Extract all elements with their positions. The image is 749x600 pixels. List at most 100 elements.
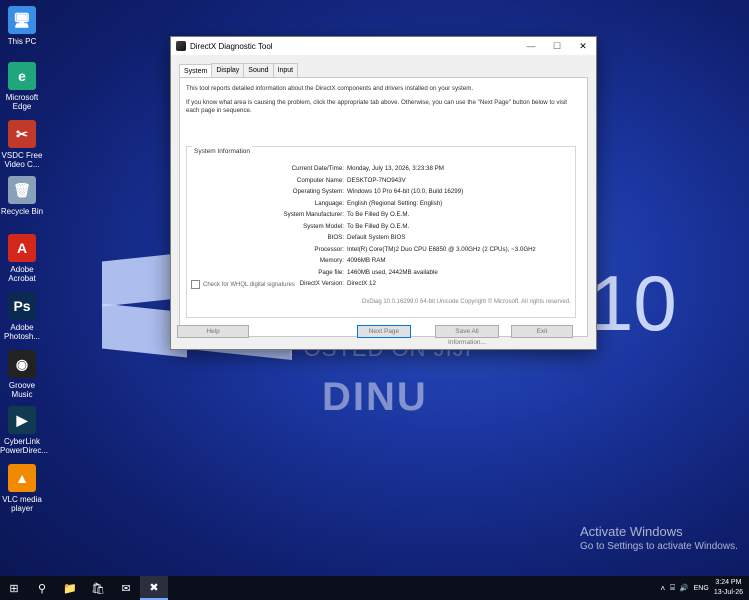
- system-information-group: System Information Current Date/Time: Mon…: [186, 146, 576, 318]
- help-button[interactable]: Help: [177, 325, 249, 338]
- info-value: 4096MB RAM: [347, 257, 386, 265]
- info-value: Windows 10 Pro 64-bit (10.0, Build 16299…: [347, 188, 464, 196]
- tab-bar: System Display Sound Input: [171, 55, 596, 78]
- info-row: Computer Name: DESKTOP-7NO943V: [187, 175, 575, 187]
- info-row: System Manufacturer: To Be Filled By O.E.…: [187, 209, 575, 221]
- save-all-button[interactable]: Save All Information...: [435, 325, 499, 346]
- mail-icon[interactable]: ✉: [112, 576, 140, 600]
- info-key: Current Date/Time:: [291, 165, 344, 173]
- clock-time: 3:24 PM: [715, 579, 742, 586]
- intro-text: This tool reports detailed information a…: [180, 78, 587, 115]
- windows-10-wallpaper-number: 10: [590, 259, 677, 347]
- info-row: Language: English (Regional Setting: Engl…: [187, 198, 575, 210]
- desktop-icon[interactable]: ▲ VLC media player: [0, 464, 44, 513]
- desktop-icon-label: This PC: [7, 37, 37, 46]
- dxdiag-window: DirectX Diagnostic Tool — ☐ ✕ System Dis…: [170, 36, 597, 350]
- info-key: System Model:: [303, 222, 344, 230]
- name-watermark: DINU: [322, 375, 428, 419]
- desktop-icon-label: CyberLink PowerDirec...: [0, 437, 49, 455]
- start-icon[interactable]: ⊞: [0, 576, 28, 600]
- groove-music-icon: ◉: [8, 350, 36, 378]
- powerdirector-icon: ▶: [8, 406, 36, 434]
- tab-system[interactable]: System: [179, 64, 213, 78]
- store-icon[interactable]: 🛍: [84, 576, 112, 600]
- clock[interactable]: 3:24 PM 13-Jul-26: [714, 578, 743, 598]
- computer-icon: 🖥: [8, 6, 36, 34]
- info-row: Processor: Intel(R) Core(TM)2 Duo CPU E68…: [187, 244, 575, 256]
- whql-checkbox-label: Check for WHQL digital signatures: [203, 281, 295, 288]
- info-value: Intel(R) Core(TM)2 Duo CPU E6850 @ 3.00G…: [347, 245, 536, 253]
- desktop-icon[interactable]: 🖥 This PC: [0, 6, 44, 46]
- tab-input[interactable]: Input: [272, 63, 299, 77]
- intro-paragraph-1: This tool reports detailed information a…: [186, 85, 474, 92]
- desktop-icon[interactable]: Ps Adobe Photosh...: [0, 292, 44, 341]
- info-key: Computer Name:: [296, 176, 344, 184]
- tab-sound[interactable]: Sound: [243, 63, 274, 77]
- language-indicator[interactable]: ENG: [694, 585, 709, 592]
- photoshop-icon: Ps: [8, 292, 36, 320]
- maximize-button[interactable]: ☐: [544, 41, 570, 52]
- desktop-icon-label: Recycle Bin: [0, 207, 44, 216]
- window-title: DirectX Diagnostic Tool: [190, 41, 273, 51]
- info-key: Page file:: [318, 268, 344, 276]
- info-key: Language:: [314, 199, 344, 207]
- group-label: System Information: [192, 146, 252, 157]
- info-row: Operating System: Windows 10 Pro 64-bit (…: [187, 186, 575, 198]
- copyright-text: DxDiag 10.0.16299.0 64-bit Unicode Copyr…: [362, 299, 571, 305]
- desktop-icon[interactable]: 🗑 Recycle Bin: [0, 176, 44, 216]
- info-value: Default System BIOS: [347, 234, 406, 242]
- info-key: System Manufacturer:: [283, 211, 344, 219]
- info-row: Current Date/Time: Monday, July 13, 2026,…: [187, 163, 575, 175]
- info-key: BIOS:: [327, 234, 344, 242]
- info-value: To Be Filled By O.E.M.: [347, 211, 410, 219]
- whql-checkbox[interactable]: Check for WHQL digital signatures: [191, 280, 295, 289]
- desktop-icon[interactable]: ▶ CyberLink PowerDirec...: [0, 406, 49, 455]
- info-value: DirectX 12: [347, 280, 376, 288]
- file-explorer-icon[interactable]: 📁: [56, 576, 84, 600]
- vsdc-icon: ✂: [8, 120, 36, 148]
- system-tab-panel: This tool reports detailed information a…: [179, 77, 588, 337]
- desktop-icon-label: VSDC Free Video C...: [1, 151, 43, 169]
- system-info-rows: Current Date/Time: Monday, July 13, 2026,…: [187, 163, 575, 290]
- info-key: Processor:: [314, 245, 344, 253]
- checkbox-box[interactable]: [191, 280, 200, 289]
- activate-windows-notice: Activate Windows Go to Settings to activ…: [580, 524, 738, 552]
- volume-icon[interactable]: 🔊: [680, 584, 689, 592]
- desktop-icon-label: Microsoft Edge: [5, 93, 39, 111]
- desktop-icon-label: Groove Music: [8, 381, 36, 399]
- info-value: To Be Filled By O.E.M.: [347, 222, 410, 230]
- info-value: English (Regional Setting: English): [347, 199, 443, 207]
- vlc-icon: ▲: [8, 464, 36, 492]
- tray-chevron-icon[interactable]: ˄: [660, 584, 665, 593]
- close-button[interactable]: ✕: [570, 41, 596, 52]
- taskbar: ⊞ ⚲ 📁 🛍 ✉ ✖ ˄ ⌸ 🔊 ENG 3:24 PM 13-Jul-26: [0, 576, 749, 600]
- desktop-icon[interactable]: ◉ Groove Music: [0, 350, 44, 399]
- title-bar[interactable]: DirectX Diagnostic Tool — ☐ ✕: [171, 37, 596, 55]
- button-row: Help Next Page Save All Information... E…: [177, 325, 589, 346]
- minimize-button[interactable]: —: [518, 41, 544, 51]
- desktop-icon[interactable]: A Adobe Acrobat: [0, 234, 44, 283]
- activate-subtitle: Go to Settings to activate Windows.: [580, 541, 738, 552]
- dxdiag-icon[interactable]: ✖: [140, 576, 168, 600]
- desktop-icon[interactable]: e Microsoft Edge: [0, 62, 44, 111]
- desktop-icon[interactable]: ✂ VSDC Free Video C...: [0, 120, 44, 169]
- intro-paragraph-2: If you know what area is causing the pro…: [186, 99, 568, 114]
- next-page-button[interactable]: Next Page: [357, 325, 411, 338]
- activate-title: Activate Windows: [580, 524, 683, 539]
- exit-button[interactable]: Exit: [511, 325, 573, 338]
- info-row: System Model: To Be Filled By O.E.M.: [187, 221, 575, 233]
- desktop-icon-label: Adobe Photosh...: [3, 323, 41, 341]
- info-row: Page file: 1460MB used, 2442MB available: [187, 267, 575, 279]
- info-value: Monday, July 13, 2026, 3:23:38 PM: [347, 165, 444, 173]
- acrobat-icon: A: [8, 234, 36, 262]
- desktop-icon-label: Adobe Acrobat: [8, 265, 36, 283]
- search-icon[interactable]: ⚲: [28, 576, 56, 600]
- info-value: 1460MB used, 2442MB available: [347, 268, 438, 276]
- edge-icon: e: [8, 62, 36, 90]
- info-key: Operating System:: [292, 188, 344, 196]
- network-icon[interactable]: ⌸: [670, 583, 675, 593]
- info-row: Memory: 4096MB RAM: [187, 255, 575, 267]
- tab-display[interactable]: Display: [211, 63, 245, 77]
- recycle-bin-icon: 🗑: [8, 176, 36, 204]
- dxdiag-app-icon: [176, 41, 186, 51]
